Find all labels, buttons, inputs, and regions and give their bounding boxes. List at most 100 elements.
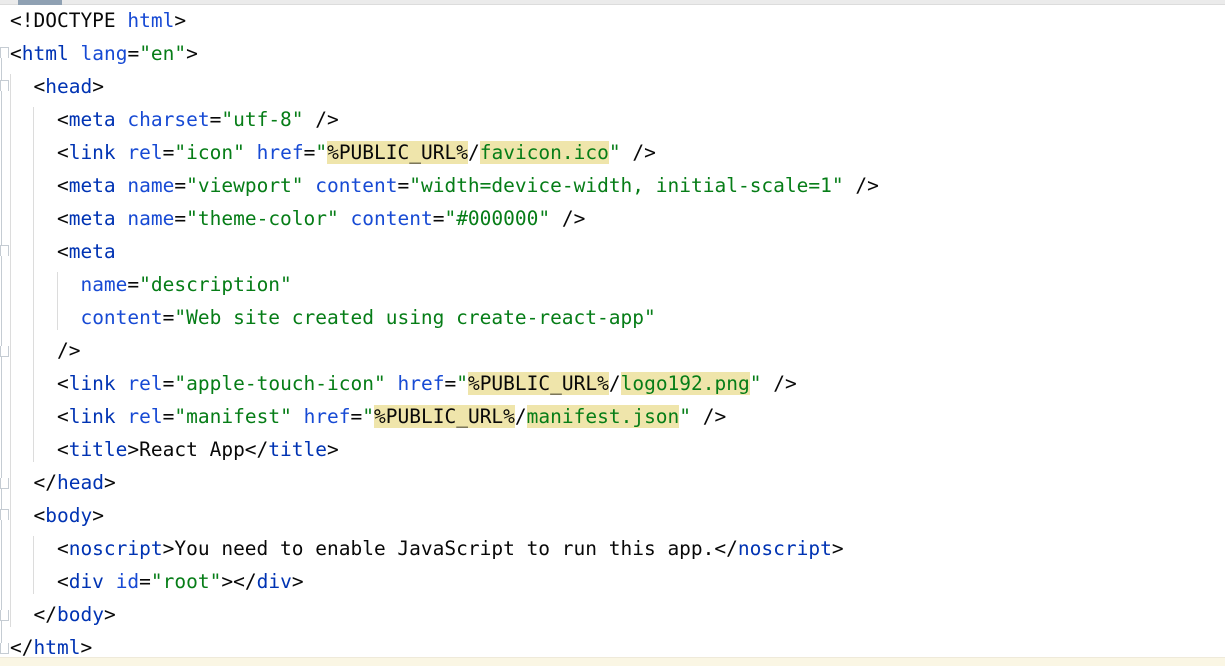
- code-token-pl: <: [10, 75, 45, 98]
- code-line[interactable]: <html lang="en">: [10, 37, 879, 70]
- code-token-attr: href: [257, 141, 304, 164]
- code-line[interactable]: <meta charset="utf-8" />: [10, 103, 879, 136]
- code-token-pl: [10, 273, 80, 296]
- code-token-pl: [292, 405, 304, 428]
- code-token-attr: href: [397, 372, 444, 395]
- code-token-str: ": [362, 405, 374, 428]
- code-line[interactable]: <meta name="viewport" content="width=dev…: [10, 169, 879, 202]
- code-token-str: "#000000": [444, 207, 550, 230]
- code-line[interactable]: </body>: [10, 598, 879, 631]
- code-token-pl: ></: [221, 570, 256, 593]
- code-line[interactable]: <div id="root"></div>: [10, 565, 879, 598]
- code-token-attr: content: [315, 174, 397, 197]
- code-token-pl: /: [609, 372, 621, 395]
- code-token-pl: =: [397, 174, 409, 197]
- code-token-tag: title: [69, 438, 128, 461]
- code-token-pl: <: [10, 42, 22, 65]
- code-token-tag: head: [57, 471, 104, 494]
- code-token-pl: >: [92, 75, 104, 98]
- code-token-pl: />: [621, 141, 656, 164]
- code-token-pl: =: [174, 207, 186, 230]
- code-token-pl: <: [10, 240, 69, 263]
- code-token-pl: />: [761, 372, 796, 395]
- code-token-attr: charset: [127, 108, 209, 131]
- code-token-pl: />: [844, 174, 879, 197]
- code-line[interactable]: name="description": [10, 268, 879, 301]
- code-token-pl: >: [174, 9, 186, 32]
- code-token-pl: [104, 570, 116, 593]
- code-token-str: "root": [151, 570, 221, 593]
- code-token-pl: [10, 306, 80, 329]
- code-token-str: ": [609, 141, 621, 164]
- code-token-attr: rel: [127, 372, 162, 395]
- code-token-pl: [69, 42, 81, 65]
- code-token-tag: noscript: [69, 537, 163, 560]
- code-line[interactable]: <head>: [10, 70, 879, 103]
- code-token-pl: /: [515, 405, 527, 428]
- code-token-tag: meta: [69, 108, 116, 131]
- code-token-str: "viewport": [186, 174, 303, 197]
- code-token-pl: =: [163, 306, 175, 329]
- code-token-attr: id: [116, 570, 139, 593]
- code-line[interactable]: <link rel="manifest" href="%PUBLIC_URL%/…: [10, 400, 879, 433]
- code-token-attr: content: [351, 207, 433, 230]
- code-token-tag: title: [268, 438, 327, 461]
- code-token-pl: [116, 207, 128, 230]
- code-token-pl: [339, 207, 351, 230]
- code-token-hlp: %PUBLIC_URL%: [327, 141, 468, 164]
- code-line[interactable]: <link rel="apple-touch-icon" href="%PUBL…: [10, 367, 879, 400]
- code-line[interactable]: <!DOCTYPE html>: [10, 4, 879, 37]
- code-line[interactable]: />: [10, 334, 879, 367]
- code-token-str: "width=device-width, initial-scale=1": [409, 174, 843, 197]
- horizontal-scrollbar-track[interactable]: [0, 0, 1225, 5]
- horizontal-scrollbar-thumb[interactable]: [18, 0, 62, 5]
- code-token-tag: meta: [69, 207, 116, 230]
- code-line[interactable]: </head>: [10, 466, 879, 499]
- code-token-pl: <: [10, 570, 69, 593]
- code-token-pl: />: [10, 339, 80, 362]
- code-token-attr: name: [127, 174, 174, 197]
- code-token-pl: >: [104, 471, 116, 494]
- code-token-pl: <: [10, 405, 69, 428]
- code-line[interactable]: <title>React App</title>: [10, 433, 879, 466]
- code-token-str: "manifest": [174, 405, 291, 428]
- code-editor-window: <!DOCTYPE html><html lang="en"> <head> <…: [0, 0, 1225, 666]
- code-line[interactable]: <noscript>You need to enable JavaScript …: [10, 532, 879, 565]
- code-token-pl: =: [304, 141, 316, 164]
- code-token-pl: >: [104, 603, 116, 626]
- code-token-tag: link: [69, 372, 116, 395]
- code-token-pl: [116, 372, 128, 395]
- code-token-str: "description": [139, 273, 292, 296]
- code-line[interactable]: <meta: [10, 235, 879, 268]
- code-token-pl: </: [10, 603, 57, 626]
- code-token-pl: >You need to enable JavaScript to run th…: [163, 537, 738, 560]
- code-token-pl: >: [92, 504, 104, 527]
- code-token-pl: </: [10, 471, 57, 494]
- code-token-tag: div: [257, 570, 292, 593]
- code-token-pl: =: [163, 141, 175, 164]
- code-token-pl: <!DOCTYPE: [10, 9, 116, 32]
- code-area[interactable]: <!DOCTYPE html><html lang="en"> <head> <…: [0, 4, 879, 664]
- code-token-str: "en": [139, 42, 186, 65]
- code-line[interactable]: <meta name="theme-color" content="#00000…: [10, 202, 879, 235]
- code-token-str: "apple-touch-icon": [174, 372, 385, 395]
- code-token-str: "utf-8": [221, 108, 303, 131]
- code-token-attr: name: [127, 207, 174, 230]
- code-token-pl: =: [163, 405, 175, 428]
- code-token-pl: <: [10, 504, 45, 527]
- code-token-tag: meta: [69, 174, 116, 197]
- code-token-pl: [116, 141, 128, 164]
- code-token-attr: html: [116, 9, 175, 32]
- code-token-pl: <: [10, 438, 69, 461]
- code-line[interactable]: content="Web site created using create-r…: [10, 301, 879, 334]
- code-token-pl: =: [210, 108, 222, 131]
- code-token-tag: html: [22, 42, 69, 65]
- bottom-highlight-band: [0, 657, 1225, 666]
- code-line[interactable]: <body>: [10, 499, 879, 532]
- code-token-str: "theme-color": [186, 207, 339, 230]
- code-line[interactable]: <link rel="icon" href="%PUBLIC_URL%/favi…: [10, 136, 879, 169]
- code-token-hlp: %PUBLIC_URL%: [374, 405, 515, 428]
- code-token-attr: content: [80, 306, 162, 329]
- code-token-str: ": [679, 405, 691, 428]
- code-token-pl: =: [433, 207, 445, 230]
